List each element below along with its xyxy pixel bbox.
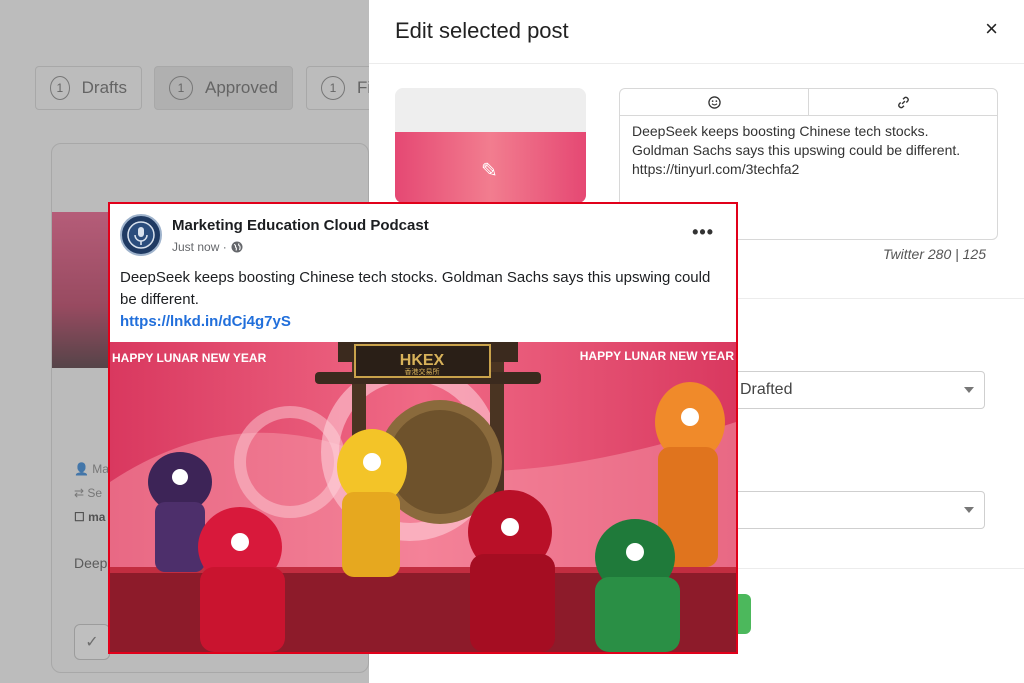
editor-content[interactable]: DeepSeek keeps boosting Chinese tech sto… — [620, 116, 997, 185]
post-image[interactable]: HKEX 香港交易所 HAPPY LUNAR NEW YEAR HAPPY LU… — [110, 342, 736, 652]
facebook-post-preview: Marketing Education Cloud Podcast Just n… — [108, 202, 738, 654]
more-options-icon[interactable]: ••• — [692, 222, 714, 243]
lion-red-left — [198, 507, 285, 652]
post-link[interactable]: https://lnkd.in/dCj4g7yS — [120, 311, 720, 333]
close-button[interactable]: × — [985, 16, 998, 42]
editor-line: https://tinyurl.com/3techfa2 — [632, 161, 800, 177]
chevron-down-icon — [964, 507, 974, 513]
secondary-select[interactable] — [729, 491, 985, 529]
post-body: DeepSeek keeps boosting Chinese tech sto… — [120, 267, 720, 333]
hkex-sign: HKEX — [400, 352, 445, 369]
globe-icon — [231, 241, 243, 253]
editor-line: DeepSeek keeps boosting Chinese tech sto… — [632, 123, 929, 139]
banner-right: HAPPY LUNAR NEW YEAR — [580, 349, 735, 363]
lion-green — [595, 519, 680, 652]
hkex-sign-sub: 香港交易所 — [405, 367, 440, 376]
chevron-down-icon — [964, 387, 974, 393]
character-counter: Twitter 280 | 125 — [883, 246, 986, 262]
status-select[interactable]: Drafted — [729, 371, 985, 409]
link-icon — [897, 96, 909, 108]
podcast-logo-icon — [127, 221, 155, 249]
lion-yellow — [337, 429, 407, 577]
editor-line: Goldman Sachs says this upswing could be… — [632, 142, 961, 158]
page-avatar[interactable] — [120, 214, 162, 256]
divider — [369, 63, 1024, 64]
panel-title: Edit selected post — [395, 18, 569, 43]
emoji-icon — [707, 95, 721, 109]
editor-toolbar — [620, 89, 997, 116]
banner-left: HAPPY LUNAR NEW YEAR — [112, 351, 267, 365]
post-image-thumbnail[interactable]: ✎ — [395, 88, 586, 203]
timestamp-text: Just now · — [172, 240, 227, 254]
lion-red-right — [468, 490, 555, 652]
post-text: DeepSeek keeps boosting Chinese tech sto… — [120, 269, 711, 308]
emoji-button[interactable] — [620, 89, 808, 115]
post-timestamp: Just now · — [172, 240, 243, 254]
status-select-value: Drafted — [740, 381, 793, 398]
page-name[interactable]: Marketing Education Cloud Podcast — [172, 217, 429, 234]
link-button[interactable] — [808, 89, 997, 115]
edit-image-icon[interactable]: ✎ — [481, 158, 498, 183]
